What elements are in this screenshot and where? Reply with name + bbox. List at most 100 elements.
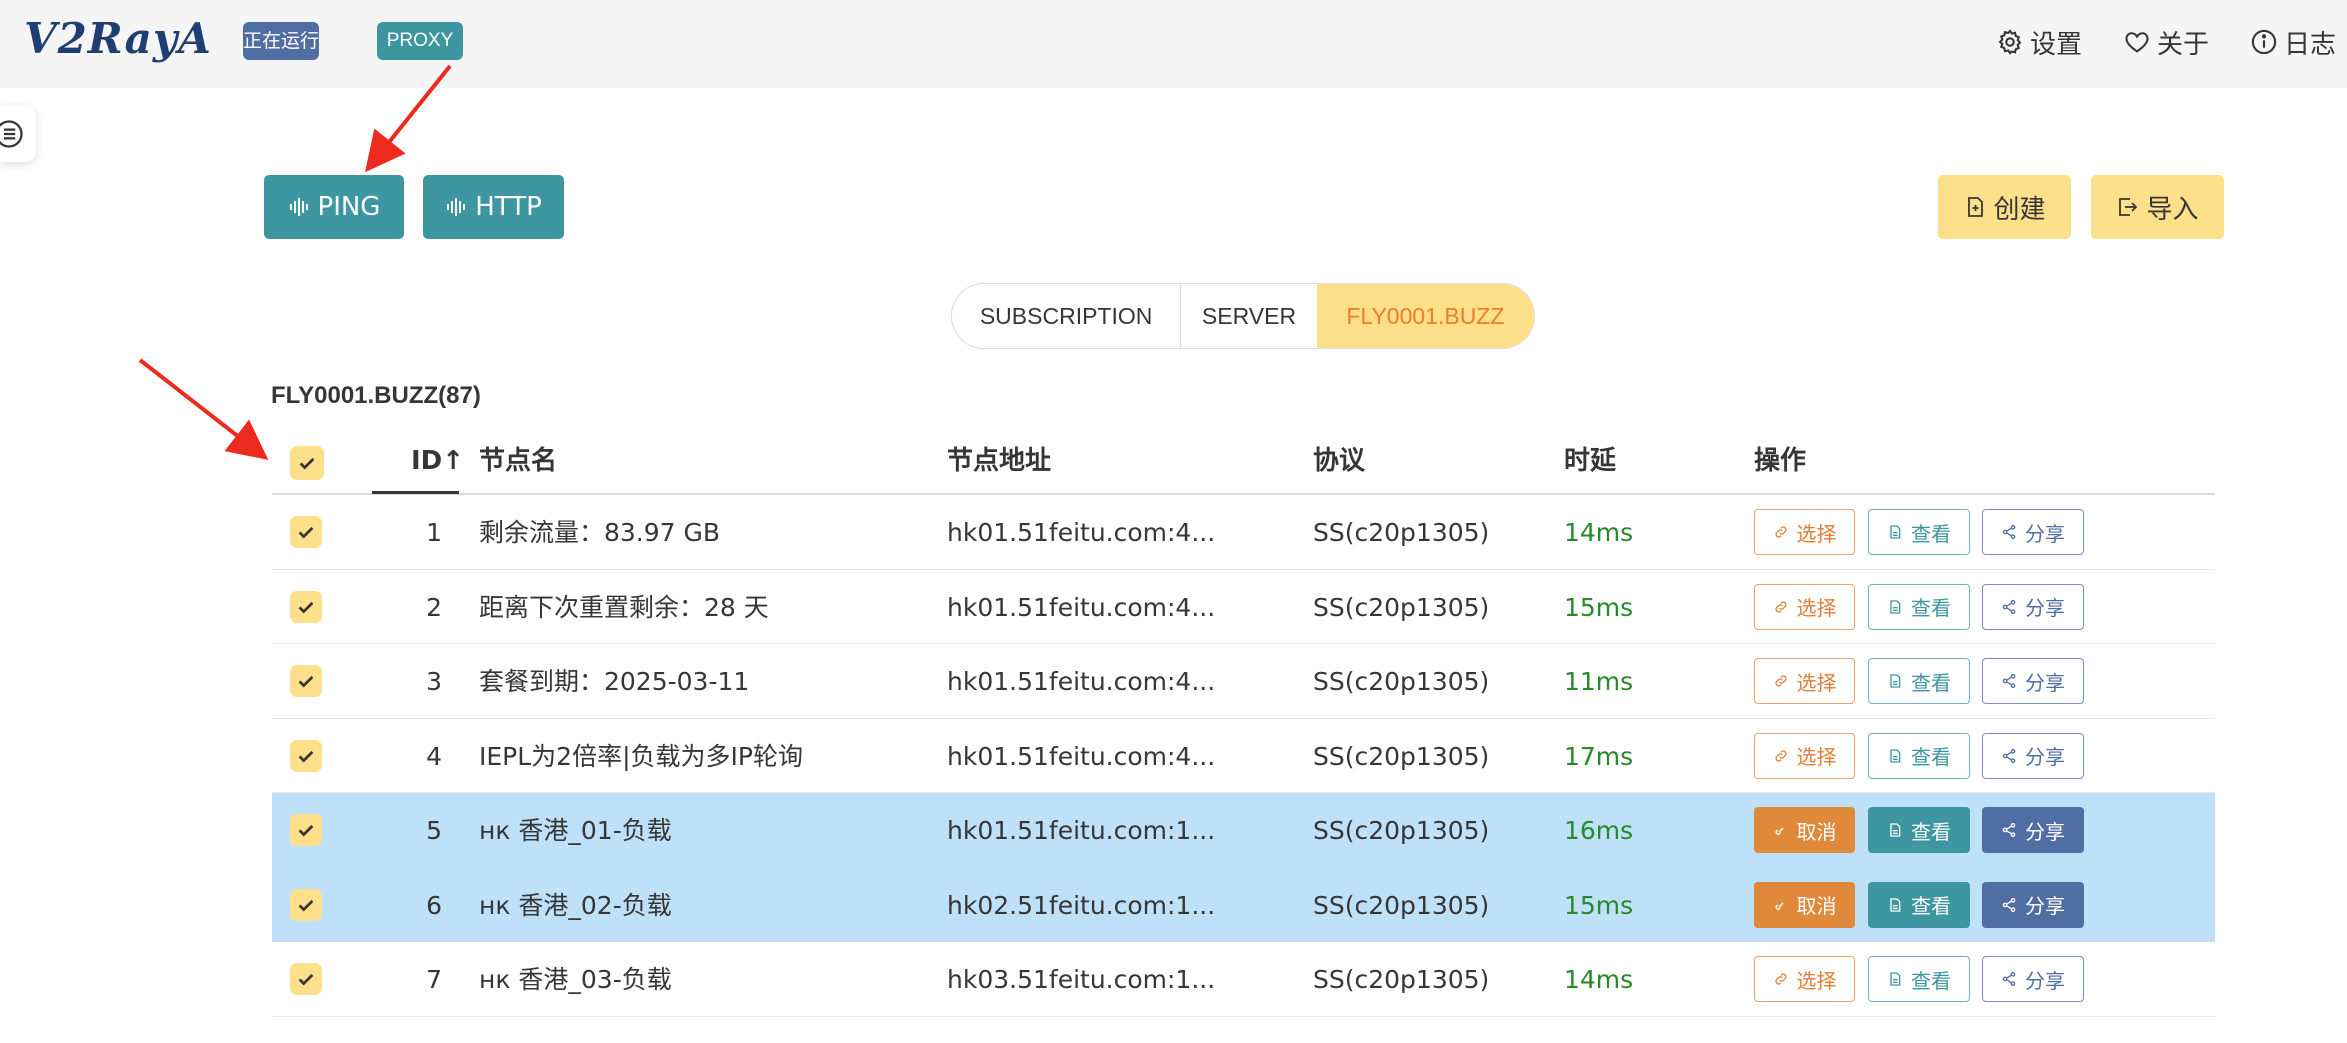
group-title: FLY0001.BUZZ(87): [271, 382, 481, 409]
view-button-label: 查看: [1911, 596, 1951, 620]
row-protocol: SS(c20p1305): [1313, 741, 1490, 771]
row-latency: 17ms: [1564, 741, 1634, 771]
row-checkbox[interactable]: [290, 516, 322, 548]
app-logo[interactable]: V2RayA: [24, 14, 212, 63]
checkmark-icon: [298, 526, 314, 539]
create-button[interactable]: 创建: [1938, 175, 2071, 239]
row-node-address: hk01.51feitu.com:4...: [947, 667, 1216, 696]
nav-settings[interactable]: 设置: [1996, 22, 2082, 62]
cancel-button[interactable]: 取消: [1754, 807, 1855, 853]
column-id-label: ID: [411, 446, 443, 476]
share-button[interactable]: 分享: [1982, 658, 2084, 704]
table-row[interactable]: 6 нк 香港_02-负载 hk02.51feitu.com:1... SS(c…: [272, 867, 2215, 942]
share-icon: [2002, 599, 2016, 614]
status-tag-running: 正在运行: [243, 22, 319, 60]
document-icon: [1890, 823, 1901, 837]
ping-button[interactable]: PING: [264, 175, 404, 239]
select-button[interactable]: 选择: [1754, 732, 1855, 779]
row-latency: 15ms: [1564, 890, 1634, 920]
share-button[interactable]: 分享: [1982, 732, 2084, 779]
share-icon: [2002, 823, 2016, 837]
row-checkbox[interactable]: [290, 665, 322, 697]
share-button[interactable]: 分享: [1982, 509, 2084, 555]
link-icon: [1774, 973, 1787, 985]
row-latency: 15ms: [1564, 592, 1634, 622]
share-button-label: 分享: [2025, 819, 2065, 844]
import-button-label: 导入: [2146, 194, 2199, 225]
row-node-name: 剩余流量：83.97 GB: [479, 518, 721, 547]
checkmark-icon: [298, 899, 314, 912]
select-all-checkbox[interactable]: [290, 446, 324, 480]
select-button-label: 选择: [1796, 521, 1837, 546]
share-icon: [2002, 674, 2016, 688]
row-latency: 16ms: [1564, 816, 1634, 845]
table-header: ID↑ 节点名 节点地址 协议 时延 操作: [272, 425, 2215, 495]
view-button[interactable]: 查看: [1868, 807, 1970, 853]
row-checkbox[interactable]: [290, 963, 322, 995]
select-button-label: 选择: [1796, 596, 1837, 620]
table-row[interactable]: 4 IEPL为2倍率|负载为多IP轮询 hk01.51feitu.com:4..…: [272, 719, 2215, 793]
table-row[interactable]: 5 нк 香港_01-负载 hk01.51feitu.com:1... SS(c…: [272, 793, 2215, 868]
select-button[interactable]: 选择: [1754, 658, 1855, 704]
select-button[interactable]: 选择: [1754, 583, 1855, 630]
view-button[interactable]: 查看: [1868, 509, 1970, 555]
document-icon: [1890, 674, 1901, 688]
row-id: 1: [426, 518, 442, 547]
checkmark-icon: [298, 824, 314, 837]
tab-fly0001-buzz[interactable]: FLY0001.BUZZ: [1316, 284, 1534, 348]
row-checkbox[interactable]: [290, 739, 322, 772]
cancel-button-label: 取消: [1796, 894, 1837, 918]
view-button-label: 查看: [1911, 968, 1951, 993]
http-button[interactable]: HTTP: [423, 175, 564, 239]
row-node-address: hk01.51feitu.com:4...: [947, 518, 1216, 547]
sidebar-toggle[interactable]: [0, 106, 36, 162]
share-button[interactable]: 分享: [1982, 956, 2084, 1002]
share-button-label: 分享: [2025, 670, 2065, 695]
link-icon: [1774, 526, 1787, 538]
view-button[interactable]: 查看: [1868, 583, 1970, 630]
share-button[interactable]: 分享: [1982, 881, 2084, 928]
row-checkbox[interactable]: [290, 590, 322, 623]
view-button[interactable]: 查看: [1868, 881, 1970, 928]
nav-about[interactable]: 关于: [2123, 22, 2209, 62]
row-protocol: SS(c20p1305): [1313, 592, 1490, 622]
column-latency-header: 时延: [1564, 446, 1617, 476]
tab-server[interactable]: SERVER: [1180, 284, 1317, 348]
table-row[interactable]: 3 套餐到期：2025-03-11 hk01.51feitu.com:4... …: [272, 644, 2215, 719]
table-row[interactable]: 7 нк 香港_03-负载 hk03.51feitu.com:1... SS(c…: [272, 942, 2215, 1017]
checkmark-icon: [298, 601, 314, 614]
wave-icon: [289, 198, 308, 216]
nav-log[interactable]: 日志: [2250, 22, 2336, 62]
table-row[interactable]: 1 剩余流量：83.97 GB hk01.51feitu.com:4... SS…: [272, 495, 2215, 570]
cancel-button[interactable]: 取消: [1754, 881, 1855, 928]
link-icon: [1774, 600, 1787, 613]
view-button[interactable]: 查看: [1868, 732, 1970, 779]
column-actions-header: 操作: [1754, 446, 1807, 476]
select-button-label: 选择: [1796, 745, 1837, 769]
row-latency: 14ms: [1564, 965, 1634, 994]
unlink-icon: [1774, 902, 1783, 910]
column-id-header[interactable]: ID↑: [411, 425, 464, 493]
checkmark-icon: [298, 973, 314, 986]
share-button[interactable]: 分享: [1982, 807, 2084, 853]
checkmark-icon: [299, 457, 315, 470]
view-button-label: 查看: [1911, 894, 1951, 918]
document-icon: [1890, 748, 1901, 763]
table-row[interactable]: 2 距离下次重置剩余：28 天 hk01.51feitu.com:4... SS…: [272, 570, 2215, 644]
select-button-label: 选择: [1796, 968, 1837, 993]
row-checkbox[interactable]: [290, 888, 322, 921]
share-button[interactable]: 分享: [1982, 583, 2084, 630]
view-button[interactable]: 查看: [1868, 956, 1970, 1002]
select-button[interactable]: 选择: [1754, 509, 1855, 555]
view-button-label: 查看: [1911, 521, 1951, 546]
wave-icon: [447, 198, 466, 216]
document-icon: [1890, 599, 1901, 614]
share-button-label: 分享: [2025, 968, 2065, 993]
checkmark-icon: [298, 675, 314, 688]
tab-subscription[interactable]: SUBSCRIPTION: [952, 284, 1180, 348]
row-checkbox[interactable]: [290, 814, 322, 846]
select-button[interactable]: 选择: [1754, 956, 1855, 1002]
import-button[interactable]: 导入: [2091, 175, 2224, 239]
tab-bar: SUBSCRIPTION SERVER FLY0001.BUZZ: [951, 283, 1535, 349]
view-button[interactable]: 查看: [1868, 658, 1970, 704]
